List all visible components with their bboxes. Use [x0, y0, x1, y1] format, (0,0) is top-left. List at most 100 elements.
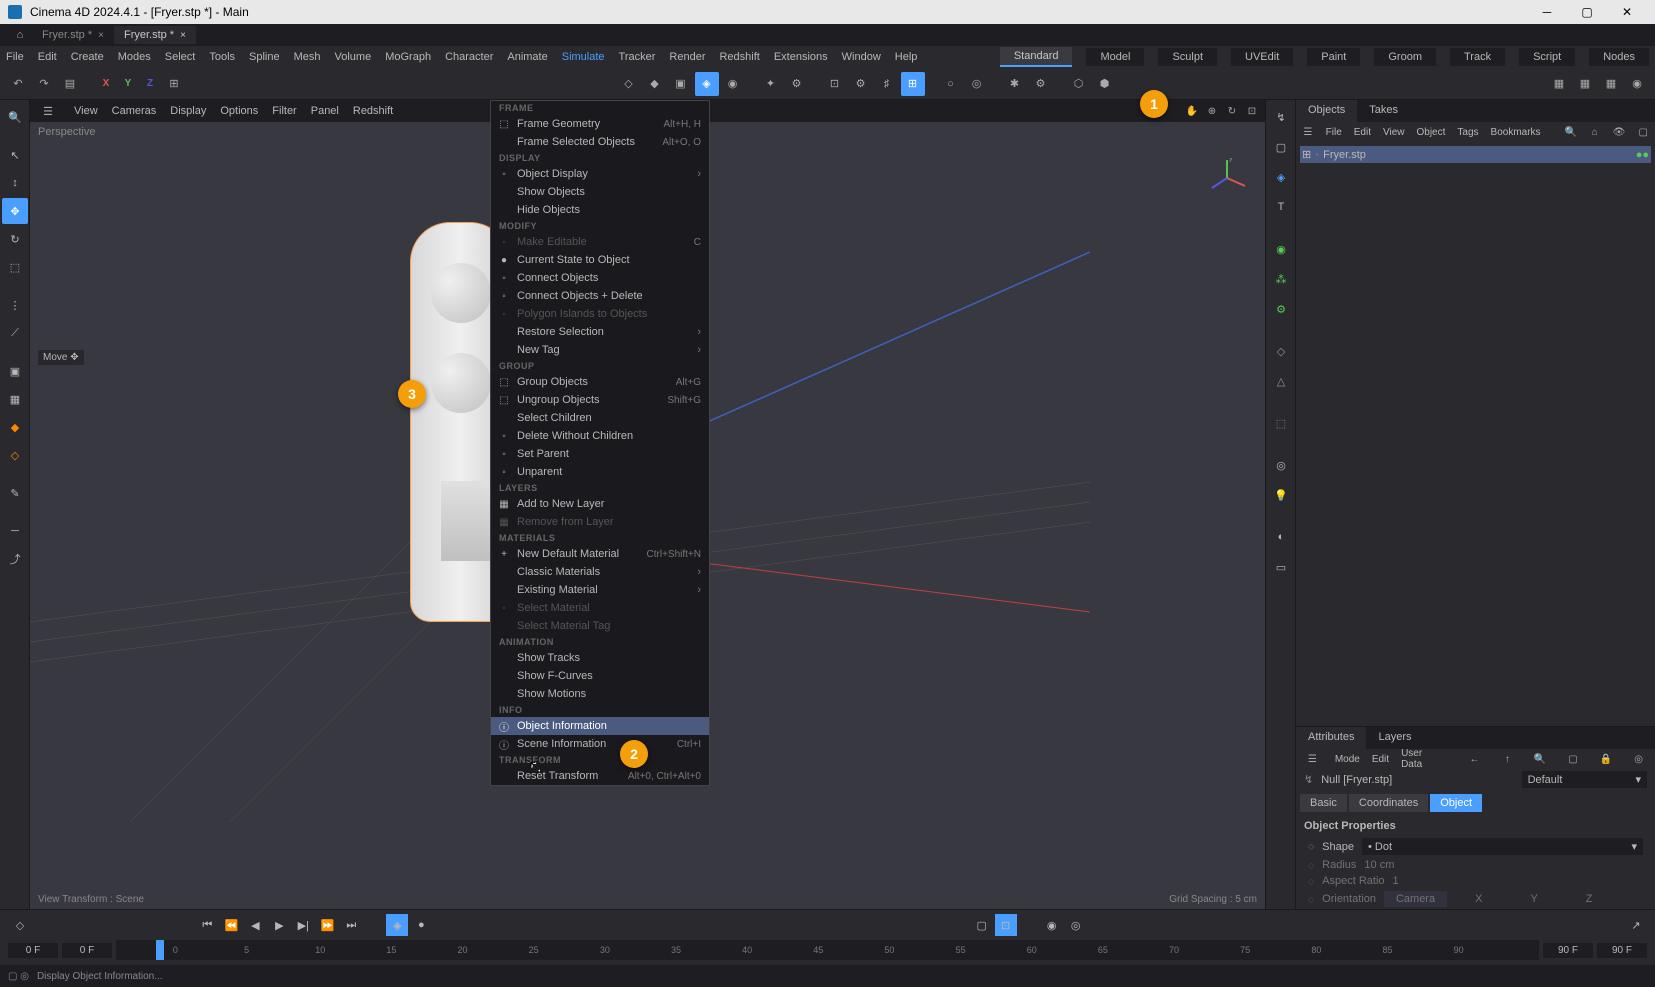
ctx-item-reset-transform[interactable]: Reset TransformAlt+0, Ctrl+Alt+0	[491, 767, 709, 785]
attr-tab-basic[interactable]: Basic	[1300, 794, 1347, 812]
ctx-item-restore-selection[interactable]: Restore Selection›	[491, 323, 709, 341]
close-tab-icon[interactable]: ×	[180, 30, 186, 41]
attr-menu-edit[interactable]: Edit	[1372, 754, 1389, 765]
texture-mode-icon[interactable]: ▦	[2, 386, 28, 412]
layout-nodes[interactable]: Nodes	[1589, 48, 1649, 66]
menu-tracker[interactable]: Tracker	[619, 51, 656, 63]
key-diamond-icon[interactable]: ◇	[1308, 861, 1314, 870]
close-button[interactable]: ✕	[1607, 0, 1647, 24]
layout-script[interactable]: Script	[1519, 48, 1575, 66]
ctx-item-object-information[interactable]: ⓘObject Information	[491, 717, 709, 735]
aspect-value[interactable]: 1	[1393, 875, 1399, 887]
obj-menu-tags[interactable]: Tags	[1457, 127, 1478, 138]
menu-volume[interactable]: Volume	[335, 51, 372, 63]
attr-search-icon[interactable]: 🔍	[1530, 747, 1551, 771]
select-tool-icon[interactable]: ↖	[2, 142, 28, 168]
vp-menu-options[interactable]: Options	[220, 105, 258, 117]
menu-tools[interactable]: Tools	[209, 51, 235, 63]
layout-standard[interactable]: Standard	[1000, 47, 1073, 67]
next-key-icon[interactable]: ⏩	[316, 914, 338, 936]
brush-icon[interactable]: ✎	[2, 480, 28, 506]
redo-icon[interactable]: ↷	[32, 72, 56, 96]
menu-animate[interactable]: Animate	[507, 51, 547, 63]
menu-file[interactable]: File	[6, 51, 24, 63]
vp-menu-filter[interactable]: Filter	[272, 105, 296, 117]
tree-item-fryer[interactable]: ⊞ ◦ Fryer.stp ●●	[1300, 146, 1651, 163]
menu-modes[interactable]: Modes	[118, 51, 151, 63]
vp-zoom-icon[interactable]: ⊕	[1203, 102, 1221, 120]
orient-x[interactable]: X	[1455, 891, 1502, 907]
key-icon[interactable]: ◇	[8, 913, 32, 937]
tool-icon[interactable]: ✦	[759, 72, 783, 96]
frame-end2-input[interactable]: 90 F	[1597, 943, 1647, 958]
ctx-item-set-parent[interactable]: ◦Set Parent	[491, 445, 709, 463]
layout-groom[interactable]: Groom	[1374, 48, 1436, 66]
prev-key-icon[interactable]: ⏪	[220, 914, 242, 936]
ctx-item-add-to-new-layer[interactable]: ▦Add to New Layer	[491, 495, 709, 513]
ctx-item-frame-geometry[interactable]: ⬚Frame GeometryAlt+H, H	[491, 115, 709, 133]
layout-model[interactable]: Model	[1086, 48, 1144, 66]
vp-menu-view[interactable]: View	[74, 105, 98, 117]
render-settings-icon[interactable]: ▦	[1573, 72, 1597, 96]
text-icon[interactable]: T	[1268, 194, 1294, 220]
layout-uvedit[interactable]: UVEdit	[1231, 48, 1293, 66]
attr-lock-icon[interactable]: 🔒	[1595, 747, 1616, 771]
globe-icon[interactable]: ◉	[721, 72, 745, 96]
vp-menu-redshift[interactable]: Redshift	[353, 105, 393, 117]
model-mode-icon[interactable]: ▣	[2, 358, 28, 384]
frame-end1-input[interactable]: 90 F	[1543, 943, 1593, 958]
vp-menu-icon[interactable]: ☰	[36, 99, 60, 123]
key-diamond-icon[interactable]: ◇	[1308, 877, 1314, 886]
tl-target-icon[interactable]: ◎	[1065, 914, 1087, 936]
rotate-tool-icon[interactable]: ↻	[2, 226, 28, 252]
vertex-mode-icon[interactable]: ⋮	[2, 292, 28, 318]
gear2-icon[interactable]: ⚙	[849, 72, 873, 96]
attr-menu-userdata[interactable]: User Data	[1401, 748, 1440, 770]
circle1-icon[interactable]: ○	[939, 72, 963, 96]
ctx-item-delete-without-children[interactable]: ◦Delete Without Children	[491, 427, 709, 445]
hex2-icon[interactable]: ⬢	[1093, 72, 1117, 96]
move-tool-icon[interactable]: ↕	[2, 170, 28, 196]
cube-prim-icon[interactable]: ◈	[1268, 164, 1294, 190]
attr-tab-object[interactable]: Object	[1430, 794, 1482, 812]
obj-menu-object[interactable]: Object	[1417, 127, 1446, 138]
null-icon[interactable]: ↯	[1268, 104, 1294, 130]
ctx-item-existing-material[interactable]: Existing Material›	[491, 581, 709, 599]
orient-z[interactable]: Z	[1566, 891, 1613, 907]
ctx-item-hide-objects[interactable]: Hide Objects	[491, 201, 709, 219]
menu-edit[interactable]: Edit	[38, 51, 57, 63]
radius-value[interactable]: 10 cm	[1364, 859, 1394, 871]
scale-tool-icon[interactable]: ⬚	[2, 254, 28, 280]
gear-icon[interactable]: ⚙	[1268, 296, 1294, 322]
close-tab-icon[interactable]: ×	[98, 30, 104, 41]
grid1-icon[interactable]: ⊡	[823, 72, 847, 96]
ctx-item-show-objects[interactable]: Show Objects	[491, 183, 709, 201]
layers-icon[interactable]: ▣	[669, 72, 693, 96]
ctx-item-frame-selected-objects[interactable]: Frame Selected ObjectsAlt+O, O	[491, 133, 709, 151]
move-active-tool-icon[interactable]: ✥	[2, 198, 28, 224]
file-tab[interactable]: Fryer.stp * ×	[32, 26, 114, 44]
obj-box-icon[interactable]: ▢	[1637, 120, 1649, 144]
edge-mode-icon[interactable]: ⟋	[2, 320, 28, 346]
camera-icon[interactable]: ◎	[1268, 452, 1294, 478]
visibility-dots[interactable]: ●●	[1636, 149, 1649, 161]
ctx-item-ungroup-objects[interactable]: ⬚Ungroup ObjectsShift+G	[491, 391, 709, 409]
obj-menu-file[interactable]: File	[1326, 127, 1342, 138]
menu-redshift[interactable]: Redshift	[719, 51, 759, 63]
expand-icon[interactable]: ⊞	[1302, 148, 1311, 161]
grid2-icon[interactable]: ♯	[875, 72, 899, 96]
key-diamond-icon[interactable]: ◇	[1308, 895, 1314, 904]
ctx-item-new-tag[interactable]: New Tag›	[491, 341, 709, 359]
tl-opt2-icon[interactable]: ⊡	[995, 914, 1017, 936]
menu-help[interactable]: Help	[895, 51, 918, 63]
ctx-item-connect-objects-delete[interactable]: ◦Connect Objects + Delete	[491, 287, 709, 305]
timeline-ruler[interactable]: 0 5 10 15 20 25 30 35 40 45 50 55 60 65 …	[116, 940, 1539, 960]
takes-tab[interactable]: Takes	[1357, 100, 1410, 122]
ctx-item-group-objects[interactable]: ⬚Group ObjectsAlt+G	[491, 373, 709, 391]
gear-icon[interactable]: ⚙	[785, 72, 809, 96]
picture-icon[interactable]: ▭	[1268, 554, 1294, 580]
menu-spline[interactable]: Spline	[249, 51, 280, 63]
hex-icon[interactable]: ⬡	[1067, 72, 1091, 96]
undo-icon[interactable]: ↶	[6, 72, 30, 96]
orient-y[interactable]: Y	[1510, 891, 1557, 907]
